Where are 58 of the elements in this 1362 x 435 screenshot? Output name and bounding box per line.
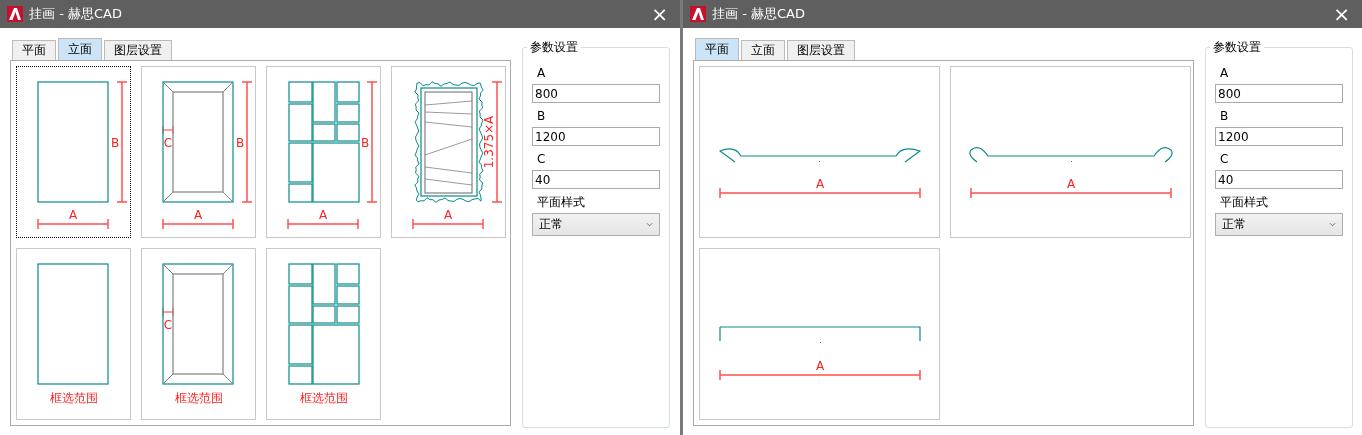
style-tile[interactable]: C A B <box>141 66 256 238</box>
close-button[interactable]: × <box>1329 4 1354 24</box>
input-field[interactable]: 800 <box>1215 84 1343 103</box>
style-tile[interactable]: 框选范围 <box>16 248 131 420</box>
caption-label: 框选范围 <box>174 390 223 407</box>
style-tile[interactable]: A <box>950 66 1191 238</box>
dimension-label: B <box>110 136 119 150</box>
tab[interactable]: 平面 <box>12 40 56 60</box>
style-dropdown[interactable]: 正常 <box>1215 213 1343 236</box>
dimension-label: A <box>318 208 327 222</box>
style-tile[interactable]: A B <box>16 66 131 238</box>
field-label: B <box>536 108 547 125</box>
dimension-label: A <box>443 208 452 222</box>
style-tile[interactable]: 框选范围 <box>266 248 381 420</box>
input-field[interactable]: 40 <box>532 170 660 189</box>
input-field[interactable]: 1200 <box>1215 127 1343 146</box>
input-field[interactable]: 800 <box>532 84 660 103</box>
group-title: 参数设置 <box>527 39 581 56</box>
window-title: 挂画 - 赫思CAD <box>712 5 806 23</box>
field-label: C <box>536 151 547 168</box>
dimension-label: 1.375×A <box>481 115 496 169</box>
chevron-down-icon <box>1329 222 1336 227</box>
group-title: 参数设置 <box>1210 39 1264 56</box>
input-field[interactable]: 40 <box>1215 170 1343 189</box>
field-label: A <box>1219 65 1230 82</box>
style-tile[interactable]: C 框选范围 <box>141 248 256 420</box>
style-tile[interactable]: A <box>699 66 940 238</box>
field-label: B <box>1219 108 1230 125</box>
dimension-label: A <box>815 359 824 373</box>
chevron-down-icon <box>646 222 653 227</box>
close-button[interactable]: × <box>647 4 672 24</box>
caption-label: 框选范围 <box>299 390 348 407</box>
dimension-label: A <box>193 208 202 222</box>
tab[interactable]: 图层设置 <box>787 40 855 60</box>
field-label: C <box>1219 151 1230 168</box>
app-logo-icon <box>690 6 706 22</box>
dimension-label: A <box>1066 177 1075 191</box>
style-tile[interactable]: A B <box>266 66 381 238</box>
tab[interactable]: 立面 <box>58 38 102 60</box>
dimension-label: C <box>163 318 172 332</box>
caption-label: 框选范围 <box>49 390 98 407</box>
tab[interactable]: 平面 <box>695 38 739 60</box>
field-label: 平面样式 <box>1219 194 1269 211</box>
app-logo-icon <box>7 6 23 22</box>
dimension-label: B <box>360 136 369 150</box>
style-tile[interactable]: A <box>699 248 940 420</box>
dimension-label: A <box>815 177 824 191</box>
field-label: 平面样式 <box>536 194 586 211</box>
window-title: 挂画 - 赫思CAD <box>29 5 123 23</box>
tab[interactable]: 立面 <box>741 40 785 60</box>
field-label: A <box>536 65 547 82</box>
dimension-label: A <box>68 208 77 222</box>
style-tile[interactable]: A 1.375×A <box>391 66 506 238</box>
style-dropdown[interactable]: 正常 <box>532 213 660 236</box>
dimension-label: B <box>235 136 244 150</box>
input-field[interactable]: 1200 <box>532 127 660 146</box>
tab[interactable]: 图层设置 <box>104 40 172 60</box>
dimension-label: C <box>163 136 172 150</box>
